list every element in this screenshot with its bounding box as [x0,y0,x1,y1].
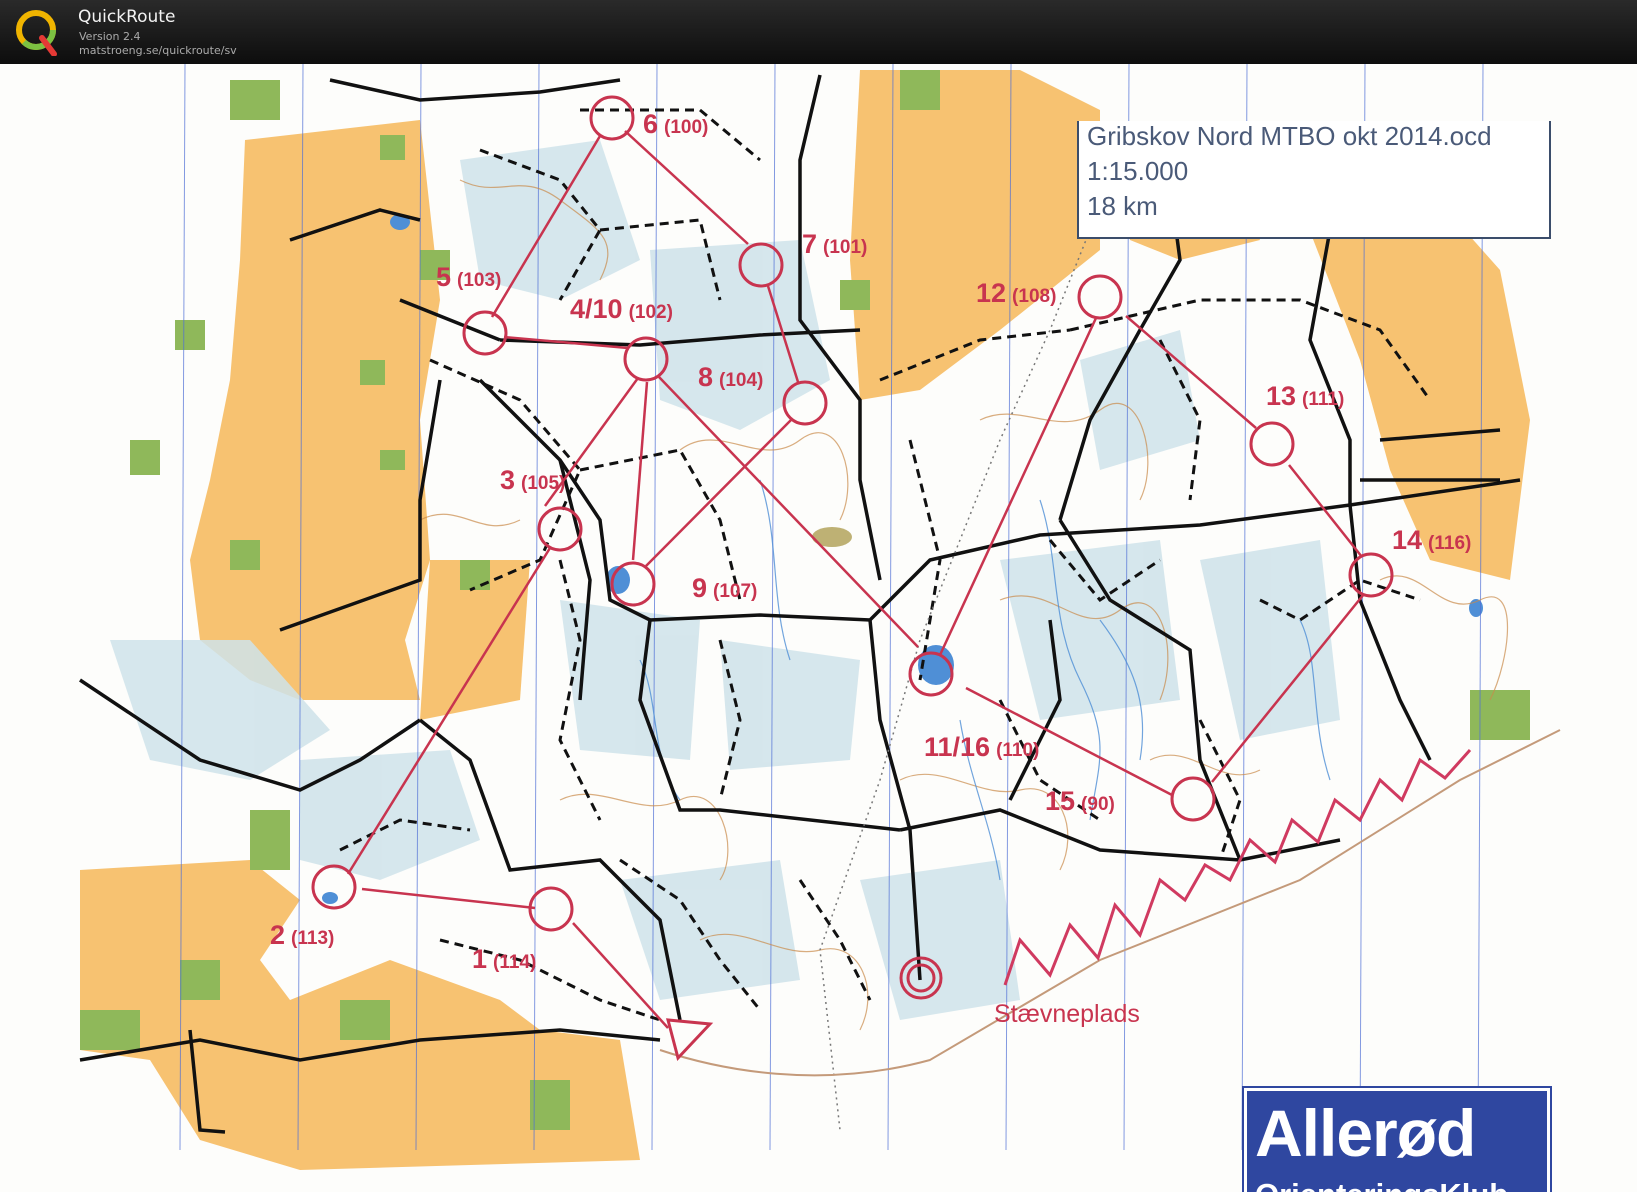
map-file-name: Gribskov Nord MTBO okt 2014.ocd [1087,121,1492,151]
control-code: (107) [713,581,757,602]
control-number: 14 [1392,525,1422,555]
map-scale: 1:15.000 [1087,156,1189,186]
control-code: (116) [1428,533,1471,554]
app-version: Version 2.4 [79,30,141,43]
control-code: (108) [1012,286,1056,307]
club-subtitle: OrienteringsKlub [1255,1177,1508,1192]
control-number: 4/10 [570,294,623,324]
control-number: 15 [1045,786,1075,816]
control-number: 9 [692,573,707,603]
club-name: Allerød [1255,1096,1476,1170]
control-code: (100) [664,117,708,138]
quickroute-logo-icon [16,10,57,56]
finish-label: Stævneplads [994,1000,1140,1028]
map-info-box: Gribskov Nord MTBO okt 2014.ocd 1:15.000… [1077,121,1551,239]
control-number: 11/16 [924,732,990,762]
control-code: (110) [996,740,1039,761]
course-distance: 18 km [1087,191,1158,221]
control-number: 6 [643,109,658,139]
control-code: (104) [719,370,763,391]
control-code: (111) [1302,389,1344,410]
control-number: 1 [472,944,487,974]
app-title: QuickRoute [78,7,176,27]
control-code: (114) [493,952,536,973]
club-logo: Allerød OrienteringsKlub [1242,1086,1552,1192]
control-number: 2 [270,920,285,950]
app-header: QuickRoute Version 2.4 matstroeng.se/qui… [0,0,1637,64]
orienteering-map[interactable]: 1 (114) 2 (113) 3 (105) 4/10 (102) 5 (103) 6 (… [0,64,1637,1192]
control-code: (105) [521,473,565,494]
control-code: (90) [1081,794,1115,815]
control-code: (102) [629,302,673,323]
control-code: (113) [291,928,334,949]
control-number: 7 [802,229,817,259]
control-number: 5 [436,262,451,292]
control-number: 12 [976,278,1006,308]
control-code: (101) [823,237,867,258]
app-url[interactable]: matstroeng.se/quickroute/sv [79,44,237,57]
control-number: 13 [1266,381,1296,411]
control-number: 8 [698,362,713,392]
control-number: 3 [500,465,515,495]
control-code: (103) [457,270,501,291]
